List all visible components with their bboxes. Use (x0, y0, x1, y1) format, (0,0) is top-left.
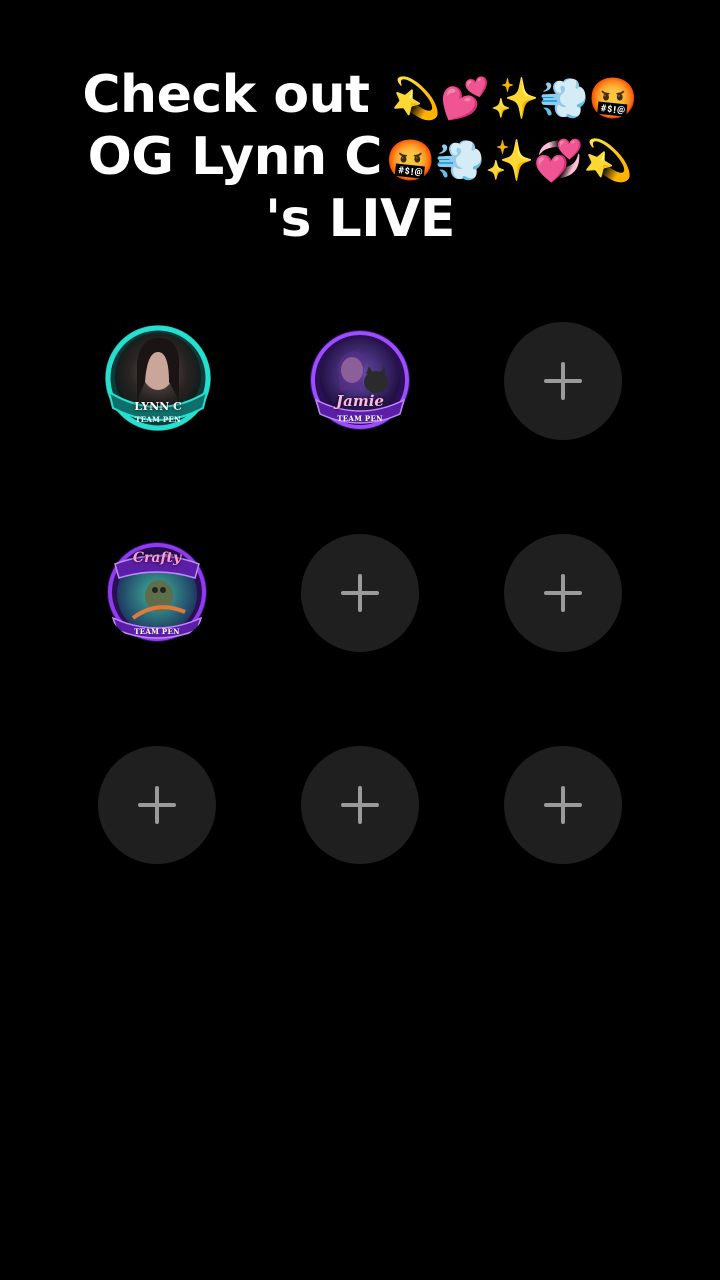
avatar-name-label: Crafty (132, 550, 182, 566)
guest-avatar-jamie[interactable]: Jamie TEAM PEN (306, 328, 414, 432)
plus-icon (544, 786, 582, 824)
add-guest-slot-6[interactable] (504, 746, 622, 864)
plus-icon (341, 786, 379, 824)
add-guest-slot-2[interactable] (301, 534, 419, 652)
title-line-2: OG Lynn C 🤬💨✨💞💫 (0, 128, 720, 190)
page-title: Check out 💫💕✨💨🤬 OG Lynn C 🤬💨✨💞💫 's LIVE (0, 66, 720, 248)
guest-avatar-crafty[interactable]: Crafty TEAM PEN (103, 540, 211, 644)
avatar-team-label: TEAM PEN (135, 415, 181, 424)
live-invite-screen: Check out 💫💕✨💨🤬 OG Lynn C 🤬💨✨💞💫 's LIVE L… (0, 0, 720, 1280)
add-guest-slot-4[interactable] (98, 746, 216, 864)
avatar-name-label: Jamie (336, 392, 384, 410)
title-line-3: 's LIVE (265, 189, 455, 249)
plus-icon (544, 574, 582, 612)
avatar-name-label: LYNN C (134, 400, 182, 413)
title-line-1-text: Check out (82, 65, 370, 125)
title-host-name: OG Lynn C (87, 127, 383, 187)
add-guest-slot-1[interactable] (504, 322, 622, 440)
guest-avatar-lynn-c[interactable]: LYNN C TEAM PEN (103, 322, 213, 434)
add-guest-slot-5[interactable] (301, 746, 419, 864)
avatar-team-label: TEAM PEN (337, 414, 383, 423)
add-guest-slot-3[interactable] (504, 534, 622, 652)
avatar-team-label: TEAM PEN (134, 627, 180, 636)
title-line-1: Check out 💫💕✨💨🤬 (0, 66, 720, 128)
plus-icon (138, 786, 176, 824)
title-emoji-group-2: 🤬💨✨💞💫 (385, 138, 633, 184)
title-emoji-group-1: 💫💕✨💨🤬 (391, 76, 638, 122)
plus-icon (341, 574, 379, 612)
plus-icon (544, 362, 582, 400)
